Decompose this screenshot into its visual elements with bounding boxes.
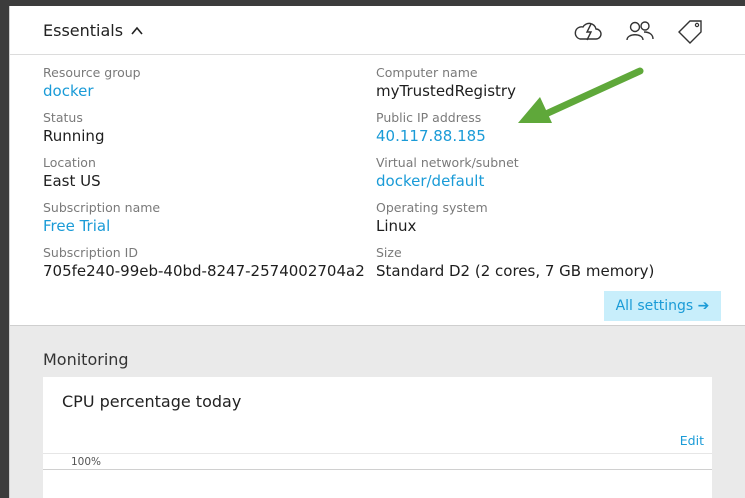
chart-divider	[43, 453, 712, 454]
vm-blade: Essentials Resource group docker Status …	[9, 6, 745, 498]
field-label: Size	[376, 245, 402, 260]
status-value: Running	[43, 127, 105, 145]
field-label: Resource group	[43, 65, 141, 80]
field-label: Virtual network/subnet	[376, 155, 519, 170]
cloud-lightning-icon[interactable]	[572, 18, 604, 44]
all-settings-button[interactable]: All settings ➔	[604, 291, 721, 321]
arrow-right-icon: ➔	[697, 298, 710, 314]
all-settings-label: All settings	[615, 298, 694, 314]
monitoring-section: Monitoring CPU percentage today Edit 100…	[10, 325, 745, 498]
field-label: Operating system	[376, 200, 488, 215]
edit-chart-link[interactable]: Edit	[680, 433, 704, 448]
field-label: Location	[43, 155, 96, 170]
field-subscription-id: Subscription ID 705fe240-99eb-40bd-8247-…	[43, 244, 365, 289]
subscription-name-link[interactable]: Free Trial	[43, 216, 365, 238]
monitoring-title: Monitoring	[43, 350, 129, 369]
essentials-left-column: Resource group docker Status Running Loc…	[43, 64, 365, 289]
resource-group-link[interactable]: docker	[43, 81, 365, 103]
field-resource-group: Resource group docker	[43, 64, 365, 109]
y-axis-tick-label: 100%	[71, 456, 102, 468]
chevron-up-icon[interactable]	[130, 24, 144, 38]
field-size: Size Standard D2 (2 cores, 7 GB memory)	[376, 244, 654, 289]
field-label: Subscription ID	[43, 245, 138, 260]
size-value: Standard D2 (2 cores, 7 GB memory)	[376, 262, 655, 280]
field-label: Subscription name	[43, 200, 161, 215]
operating-system-value: Linux	[376, 217, 417, 235]
field-status: Status Running	[43, 109, 365, 154]
essentials-header[interactable]: Essentials	[10, 6, 745, 55]
essentials-title: Essentials	[43, 21, 124, 40]
cpu-chart-tile[interactable]: CPU percentage today Edit 100%	[43, 377, 712, 498]
annotation-arrow-icon	[518, 67, 644, 123]
location-value: East US	[43, 172, 101, 190]
tag-icon[interactable]	[676, 18, 708, 44]
virtual-network-link[interactable]: docker/default	[376, 171, 654, 193]
field-location: Location East US	[43, 154, 365, 199]
users-icon[interactable]	[624, 18, 656, 44]
field-virtual-network: Virtual network/subnet docker/default	[376, 154, 654, 199]
cpu-chart-title: CPU percentage today	[62, 392, 242, 411]
field-subscription-name: Subscription name Free Trial	[43, 199, 365, 244]
field-label: Status	[43, 110, 83, 125]
field-operating-system: Operating system Linux	[376, 199, 654, 244]
chart-gridline	[43, 469, 712, 470]
subscription-id-value: 705fe240-99eb-40bd-8247-2574002704a2	[43, 262, 365, 280]
